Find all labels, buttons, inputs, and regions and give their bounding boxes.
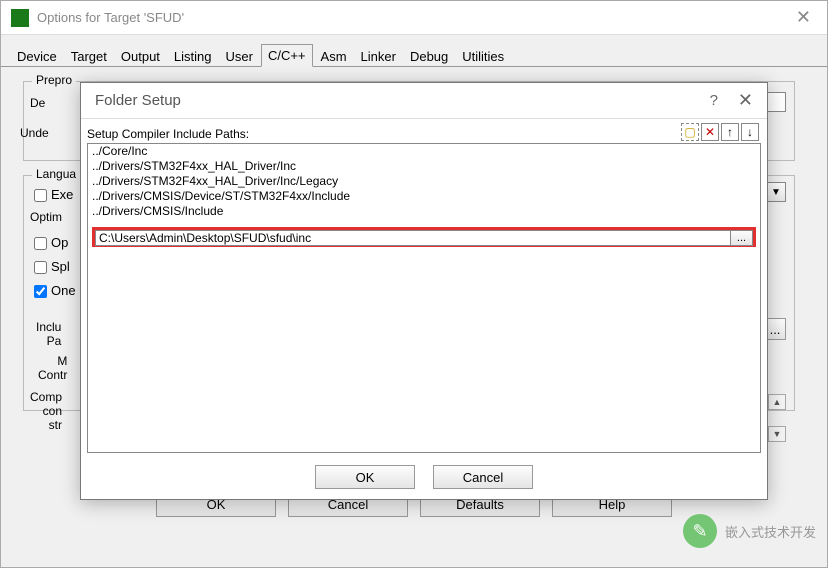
tab-bar: DeviceTargetOutputListingUserC/C++AsmLin…: [1, 35, 827, 67]
outer-title: Options for Target 'SFUD': [37, 10, 790, 25]
path-line[interactable]: ../Core/Inc: [88, 144, 760, 159]
tab-asm[interactable]: Asm: [315, 46, 353, 67]
paths-toolbar: ▢ ✕ ↑ ↓: [681, 123, 759, 141]
inner-titlebar: Folder Setup ? ✕: [81, 83, 767, 119]
tab-output[interactable]: Output: [115, 46, 166, 67]
tab-utilities[interactable]: Utilities: [456, 46, 510, 67]
checkbox-execute[interactable]: Exe: [30, 186, 73, 205]
path-line[interactable]: ../Drivers/STM32F4xx_HAL_Driver/Inc/Lega…: [88, 174, 760, 189]
label-misc: M Contr: [38, 354, 67, 382]
move-down-button[interactable]: ↓: [741, 123, 759, 141]
inner-button-bar: OK Cancel: [81, 465, 767, 489]
checkbox-spl[interactable]: Spl: [30, 258, 70, 277]
tab-target[interactable]: Target: [65, 46, 113, 67]
inner-close-icon[interactable]: ✕: [738, 90, 753, 111]
inner-cancel-button[interactable]: Cancel: [433, 465, 533, 489]
path-edit-row: ...: [92, 227, 756, 247]
tab-c-c-[interactable]: C/C++: [261, 44, 313, 67]
outer-close-icon[interactable]: ✕: [790, 7, 817, 28]
label-include: Inclu Pa: [36, 320, 61, 348]
folder-setup-dialog: Folder Setup ? ✕ Setup Compiler Include …: [80, 82, 768, 500]
path-edit-input[interactable]: [95, 230, 731, 246]
path-line[interactable]: ../Drivers/CMSIS/Device/ST/STM32F4xx/Inc…: [88, 189, 760, 204]
app-icon: [11, 9, 29, 27]
path-line[interactable]: ../Drivers/STM32F4xx_HAL_Driver/Inc: [88, 159, 760, 174]
checkbox-opt[interactable]: Op: [30, 234, 68, 253]
tab-debug[interactable]: Debug: [404, 46, 454, 67]
delete-path-button[interactable]: ✕: [701, 123, 719, 141]
outer-titlebar: Options for Target 'SFUD' ✕: [1, 1, 827, 35]
label-undefine: Unde: [20, 126, 49, 140]
label-define: De: [30, 96, 45, 110]
scroll-down-arrow[interactable]: ▼: [768, 426, 786, 442]
tab-device[interactable]: Device: [11, 46, 63, 67]
tab-listing[interactable]: Listing: [168, 46, 218, 67]
inner-title: Folder Setup: [95, 92, 710, 109]
dropdown-arrow-1[interactable]: ▼: [766, 182, 786, 202]
help-icon[interactable]: ?: [710, 92, 718, 109]
path-line[interactable]: ../Drivers/CMSIS/Include: [88, 204, 760, 219]
group-language-title: Langua: [32, 167, 80, 181]
paths-label: Setup Compiler Include Paths:: [87, 127, 761, 141]
path-browse-button[interactable]: ...: [731, 230, 753, 246]
scroll-up-arrow[interactable]: ▲: [768, 394, 786, 410]
new-path-button[interactable]: ▢: [681, 123, 699, 141]
include-paths-listbox[interactable]: ../Core/Inc../Drivers/STM32F4xx_HAL_Driv…: [87, 143, 761, 453]
label-optim: Optim: [30, 210, 62, 224]
label-compiler: Comp con str: [30, 390, 62, 432]
checkbox-one[interactable]: One: [30, 282, 76, 301]
tab-user[interactable]: User: [220, 46, 259, 67]
inner-ok-button[interactable]: OK: [315, 465, 415, 489]
tab-linker[interactable]: Linker: [355, 46, 402, 67]
move-up-button[interactable]: ↑: [721, 123, 739, 141]
inner-body: Setup Compiler Include Paths: ▢ ✕ ↑ ↓ ..…: [81, 119, 767, 453]
group-preprocessor-title: Prepro: [32, 73, 76, 87]
